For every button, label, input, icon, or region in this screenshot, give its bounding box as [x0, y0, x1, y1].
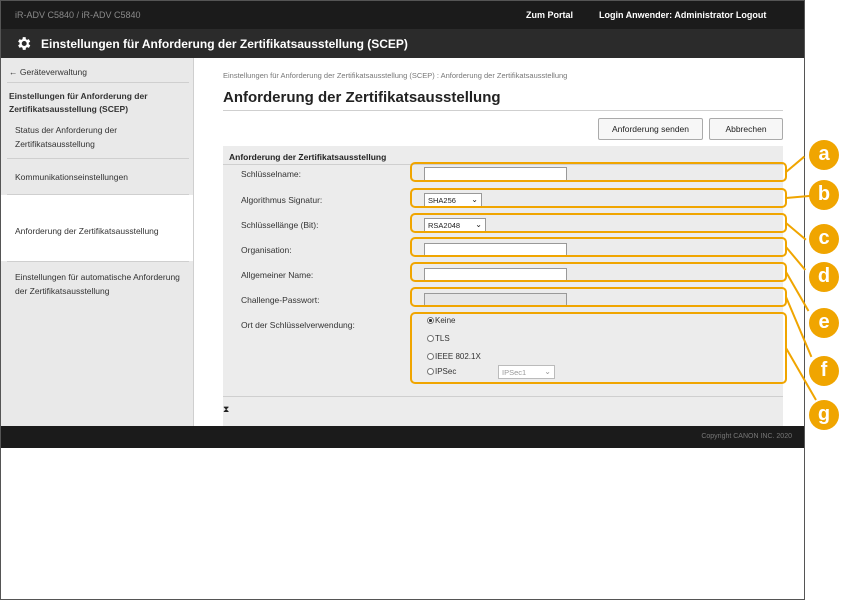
breadcrumb: Einstellungen für Anforderung der Zertif…	[223, 71, 568, 80]
send-request-button[interactable]: Anforderung senden	[598, 118, 703, 140]
back-link[interactable]: ← Geräteverwaltung	[9, 67, 87, 77]
sidebar-item-request[interactable]: Anforderung der Zertifikatsausstellung	[15, 224, 185, 238]
highlight-c	[410, 213, 787, 233]
content-divider	[223, 396, 783, 397]
back-link-label: Geräteverwaltung	[19, 67, 87, 77]
sidebar-item-auto-request[interactable]: Einstellungen für automatische Anforderu…	[15, 270, 185, 298]
callout-g: g	[809, 400, 839, 430]
challenge-password-label: Challenge-Passwort:	[241, 295, 320, 305]
heading-divider	[223, 110, 783, 111]
browser-frame: iR-ADV C5840 / iR-ADV C5840 Zum Portal L…	[0, 0, 805, 600]
key-length-label: Schlüssellänge (Bit):	[241, 220, 319, 230]
portal-link[interactable]: Zum Portal	[526, 10, 573, 20]
login-label: Login Anwender:	[599, 10, 673, 20]
key-usage-label: Ort der Schlüsselverwendung:	[241, 320, 355, 330]
copyright: Copyright CANON INC. 2020	[701, 433, 792, 440]
sidebar-item-status[interactable]: Status der Anforderung der Zertifikatsau…	[15, 123, 185, 151]
signature-algorithm-label: Algorithmus Signatur:	[241, 195, 323, 205]
callout-d: d	[809, 262, 839, 292]
highlight-f	[410, 287, 787, 307]
title-bar: Einstellungen für Anforderung der Zertif…	[1, 29, 804, 58]
sidebar-section-title: Einstellungen für Anforderung der Zertif…	[9, 91, 148, 114]
callout-a: a	[809, 140, 839, 170]
sidebar-item-communication[interactable]: Kommunikationseinstellungen	[15, 170, 185, 184]
sidebar-divider	[7, 82, 189, 83]
logout-link[interactable]: Logout	[736, 10, 767, 20]
sidebar-divider	[7, 158, 189, 159]
panel-title: Anforderung der Zertifikatsausstellung	[229, 152, 387, 162]
highlight-g	[410, 312, 787, 384]
callout-f: f	[809, 356, 839, 386]
cancel-button[interactable]: Abbrechen	[709, 118, 783, 140]
highlight-d	[410, 237, 787, 257]
key-name-label: Schlüsselname:	[241, 169, 302, 179]
login-info: Login Anwender: Administrator Logout	[599, 10, 766, 20]
sidebar-divider	[7, 261, 189, 262]
top-bar: iR-ADV C5840 / iR-ADV C5840 Zum Portal L…	[1, 1, 804, 29]
callout-e: e	[809, 308, 839, 338]
login-user: Administrator	[674, 10, 734, 20]
footer: Copyright CANON INC. 2020	[1, 426, 804, 448]
page-title: Einstellungen für Anforderung der Zertif…	[41, 37, 408, 51]
highlight-a	[410, 162, 787, 182]
hourglass-icon: ⧗	[223, 404, 230, 414]
common-name-label: Allgemeiner Name:	[241, 270, 314, 280]
highlight-b	[410, 188, 787, 208]
organization-label: Organisation:	[241, 245, 292, 255]
callout-b: b	[809, 180, 839, 210]
sidebar: ← Geräteverwaltung Einstellungen für Anf…	[1, 58, 194, 426]
gear-icon	[18, 37, 31, 50]
device-name: iR-ADV C5840 / iR-ADV C5840	[15, 10, 141, 20]
highlight-e	[410, 262, 787, 282]
callout-c: c	[809, 224, 839, 254]
content-heading: Anforderung der Zertifikatsausstellung	[223, 89, 501, 106]
